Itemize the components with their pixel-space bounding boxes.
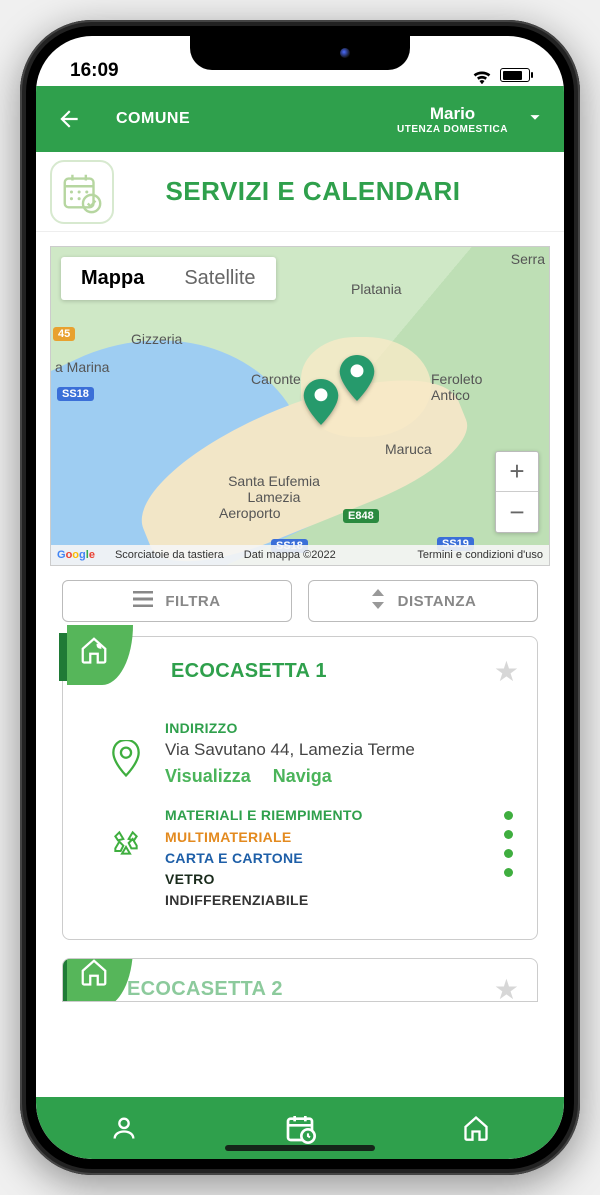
map-label: Santa Eufemia Lamezia xyxy=(219,473,329,505)
map-label: a Marina xyxy=(55,359,109,375)
map-label: Feroleto Antico xyxy=(431,371,501,403)
favorite-button[interactable]: ★ xyxy=(494,973,519,1002)
nav-home[interactable] xyxy=(454,1106,498,1150)
map-label: Gizzeria xyxy=(131,331,182,347)
navigate-link[interactable]: Naviga xyxy=(273,766,332,787)
material-item: INDIFFERENZIABILE xyxy=(165,890,490,911)
account-type: UTENZA DOMESTICA xyxy=(397,124,508,135)
road-sign: 45 xyxy=(53,327,75,341)
map-label: Serra xyxy=(511,251,545,267)
map-terms-link[interactable]: Termini e condizioni d'uso xyxy=(417,549,543,561)
sort-label: DISTANZA xyxy=(398,593,477,610)
header-section-label: COMUNE xyxy=(116,110,190,128)
location-card: ECOCASETTA 2 ★ xyxy=(62,958,538,1002)
filter-button[interactable]: FILTRA xyxy=(62,580,292,622)
house-leaf-icon xyxy=(79,958,109,987)
map-label: Platania xyxy=(351,281,402,297)
materials-label: MATERIALI E RIEMPIMENTO xyxy=(165,807,490,823)
fill-level-indicator xyxy=(504,807,519,877)
calendar-services-icon xyxy=(50,160,114,224)
chevron-down-icon xyxy=(524,106,546,133)
map-tab-map[interactable]: Mappa xyxy=(61,257,164,300)
map-tab-satellite[interactable]: Satellite xyxy=(164,257,275,300)
app-header: COMUNE Mario UTENZA DOMESTICA xyxy=(36,86,564,152)
page-title: SERVIZI E CALENDARI xyxy=(126,176,550,207)
battery-icon xyxy=(500,68,530,82)
map-pin[interactable] xyxy=(339,355,375,401)
card-ribbon xyxy=(59,625,147,697)
map-type-tabs: Mappa Satellite xyxy=(61,257,276,300)
material-item: MULTIMATERIALE xyxy=(165,827,490,848)
zoom-out-button[interactable]: − xyxy=(496,492,538,532)
road-sign: E848 xyxy=(343,509,379,523)
map-label: Caronte xyxy=(251,371,301,387)
card-title: ECOCASETTA 1 xyxy=(171,660,327,683)
location-pin-icon xyxy=(107,720,145,787)
map-data-label: Dati mappa ©2022 xyxy=(244,549,336,561)
nav-profile[interactable] xyxy=(102,1106,146,1150)
back-button[interactable] xyxy=(54,104,84,134)
map-label: Maruca xyxy=(385,441,432,457)
account-selector[interactable]: Mario UTENZA DOMESTICA xyxy=(397,104,546,135)
map-label: Aeroporto xyxy=(219,505,280,521)
material-item: CARTA E CARTONE xyxy=(165,848,490,869)
map-zoom-controls: + − xyxy=(495,451,539,533)
map-pin[interactable] xyxy=(303,379,339,425)
hamburger-icon xyxy=(133,591,153,611)
wifi-icon xyxy=(472,68,492,82)
material-item: VETRO xyxy=(165,869,490,890)
view-link[interactable]: Visualizza xyxy=(165,766,251,787)
status-time: 16:09 xyxy=(70,60,119,82)
filter-label: FILTRA xyxy=(165,593,220,610)
location-card: ECOCASETTA 1 ★ INDIRIZZO Via Savutano 44… xyxy=(62,636,538,940)
address-text: Via Savutano 44, Lamezia Terme xyxy=(165,740,519,760)
account-name: Mario xyxy=(397,104,508,124)
road-sign: SS18 xyxy=(57,387,94,401)
map-view[interactable]: Platania Serra Gizzeria a Marina Caronte… xyxy=(50,246,550,566)
sort-button[interactable]: DISTANZA xyxy=(308,580,538,622)
sort-icon xyxy=(370,589,386,613)
map-shortcuts-link[interactable]: Scorciatoie da tastiera xyxy=(115,549,224,561)
nav-calendar[interactable] xyxy=(278,1106,322,1150)
google-logo: Google xyxy=(57,549,95,561)
map-attribution: Google Scorciatoie da tastiera Dati mapp… xyxy=(51,545,549,565)
recycle-icon xyxy=(107,807,145,911)
favorite-button[interactable]: ★ xyxy=(494,655,519,688)
home-indicator xyxy=(225,1145,375,1151)
card-title: ECOCASETTA 2 xyxy=(127,978,283,1001)
house-leaf-icon xyxy=(79,635,109,665)
zoom-in-button[interactable]: + xyxy=(496,452,538,492)
address-label: INDIRIZZO xyxy=(165,720,519,736)
